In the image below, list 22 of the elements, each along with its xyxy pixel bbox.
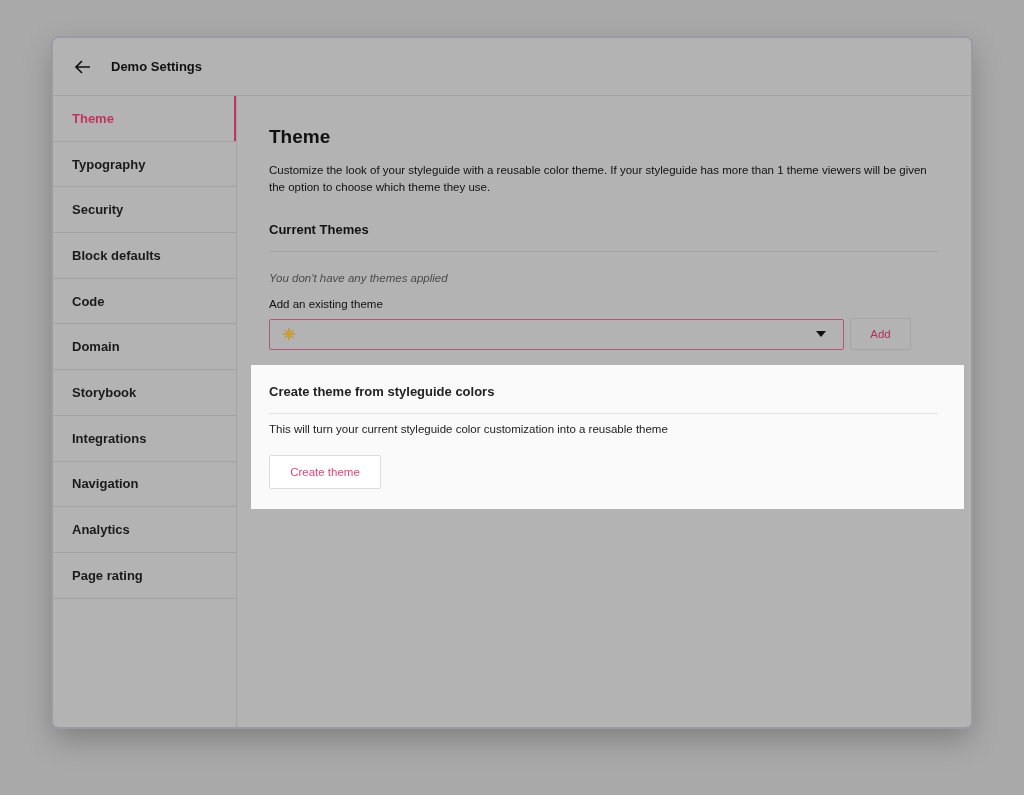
sidebar-item[interactable]: Page rating (53, 552, 236, 599)
dropdown-caret-icon (816, 331, 826, 337)
panel-heading: Create theme from styleguide colors (269, 384, 938, 414)
sidebar-item[interactable]: Analytics (53, 507, 236, 553)
section-heading: Current Themes (269, 222, 938, 252)
sun-icon (283, 328, 295, 340)
page-title: Theme (269, 126, 332, 148)
empty-message: You don't have any themes applied (269, 272, 449, 284)
sidebar-item[interactable]: Security (53, 187, 236, 234)
sidebar-item[interactable]: Integrations (53, 415, 236, 462)
sidebar-item[interactable]: Block defaults (53, 233, 236, 279)
sidebar-item[interactable]: Navigation (53, 461, 236, 508)
sidebar-item[interactable]: Domain (53, 324, 236, 371)
sidebar-item[interactable]: Storybook (53, 370, 236, 416)
sidebar-item[interactable]: Code (53, 278, 236, 325)
description-text: Customize the look of your styleguide with a reusable color theme. If your styleguide has more than 1 theme viewers will be given the option to choose which theme they use. (269, 163, 928, 195)
back-arrow-icon[interactable] (75, 59, 91, 74)
field-label: Add an existing theme (269, 298, 384, 310)
window-title: Demo Settings (111, 59, 202, 74)
panel-description: This will turn your current styleguide color customization into a reusable theme (269, 423, 669, 435)
sidebar-item[interactable]: Typography (53, 141, 236, 188)
create-theme-button[interactable]: Create theme (269, 455, 381, 489)
